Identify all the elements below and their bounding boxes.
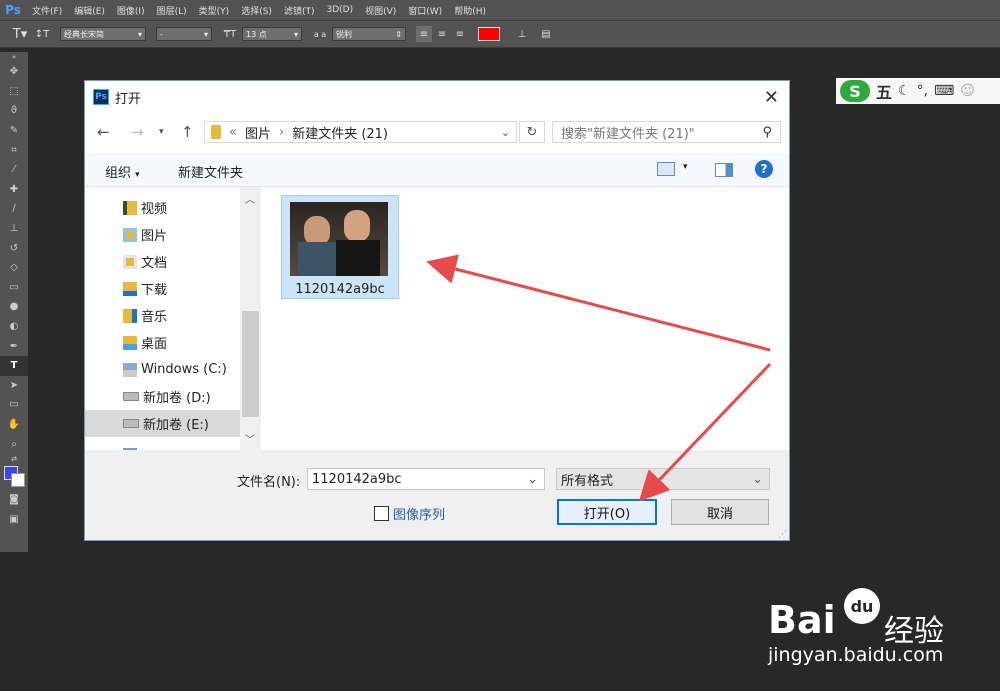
baidu-watermark: Bai du 经验 jingyan.baidu.com xyxy=(768,584,958,674)
baidu-url: jingyan.baidu.com xyxy=(768,644,944,666)
baidu-paw-icon: du xyxy=(844,588,880,624)
arrow-to-file xyxy=(426,254,771,352)
arrow-to-open-button xyxy=(638,362,772,502)
baidu-brand: Bai xyxy=(768,598,836,642)
